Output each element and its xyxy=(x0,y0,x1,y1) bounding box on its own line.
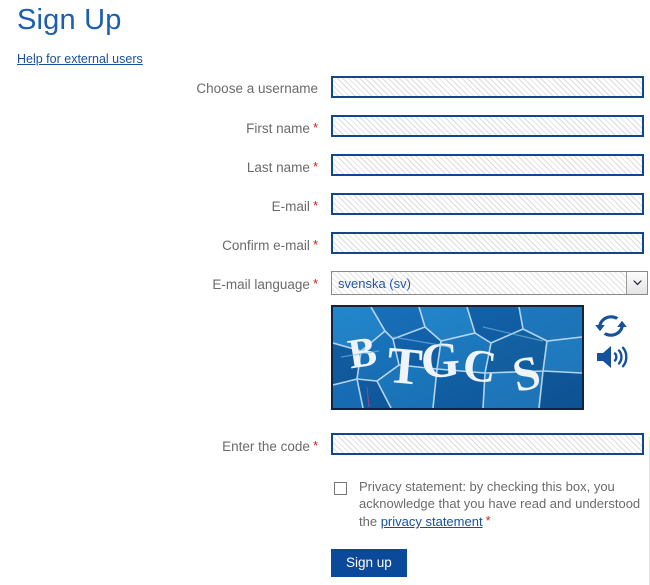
label-last-name: Last name * xyxy=(18,159,318,175)
form-row-last-name: Last name * xyxy=(0,154,650,193)
signup-button[interactable]: Sign up xyxy=(331,549,407,577)
label-confirm-email-text: Confirm e-mail xyxy=(222,238,310,253)
label-email: E-mail * xyxy=(18,198,318,214)
required-asterisk: * xyxy=(312,276,318,291)
email-language-selected-value: svenska (sv) xyxy=(338,275,411,291)
svg-text:G: G xyxy=(419,331,462,390)
last-name-input[interactable] xyxy=(331,154,644,176)
refresh-icon xyxy=(595,315,627,337)
label-email-language: E-mail language * xyxy=(18,276,318,292)
privacy-statement-checkbox[interactable] xyxy=(334,482,347,495)
label-email-language-text: E-mail language xyxy=(212,277,310,292)
form-row-username: Choose a username xyxy=(0,76,650,115)
enter-code-input[interactable] xyxy=(331,433,644,455)
label-username-text: Choose a username xyxy=(196,81,318,96)
speaker-icon xyxy=(597,346,628,368)
label-first-name: First name * xyxy=(18,120,318,136)
page-title: Sign Up xyxy=(17,4,122,36)
label-enter-code: Enter the code * xyxy=(18,438,318,454)
form-row-enter-code: Enter the code * xyxy=(0,433,650,472)
play-captcha-audio-button[interactable] xyxy=(595,343,629,376)
svg-text:T: T xyxy=(385,337,425,397)
email-language-select[interactable]: svenska (sv) xyxy=(331,271,648,295)
label-confirm-email: Confirm e-mail * xyxy=(18,237,318,253)
username-input[interactable] xyxy=(331,76,644,98)
required-asterisk: * xyxy=(312,159,318,174)
captcha-block: B T G C S xyxy=(0,303,650,415)
svg-text:C: C xyxy=(460,338,499,393)
label-username: Choose a username xyxy=(18,81,318,96)
privacy-statement-text: Privacy statement: by checking this box,… xyxy=(359,478,647,530)
privacy-statement-link[interactable]: privacy statement xyxy=(381,514,483,529)
required-asterisk: * xyxy=(485,513,491,528)
required-asterisk: * xyxy=(312,237,318,252)
required-asterisk: * xyxy=(312,198,318,213)
required-asterisk: * xyxy=(312,438,318,453)
required-asterisk: * xyxy=(312,120,318,135)
email-input[interactable] xyxy=(331,193,644,215)
label-enter-code-text: Enter the code xyxy=(222,439,310,454)
captcha-image: B T G C S xyxy=(331,305,584,410)
label-last-name-text: Last name xyxy=(246,160,310,175)
chevron-down-icon[interactable] xyxy=(626,272,647,294)
help-for-external-users-link[interactable]: Help for external users xyxy=(17,52,143,66)
refresh-captcha-button[interactable] xyxy=(595,311,627,346)
label-first-name-text: First name xyxy=(246,121,310,136)
confirm-email-input[interactable] xyxy=(331,232,644,254)
form-row-first-name: First name * xyxy=(0,115,650,154)
first-name-input[interactable] xyxy=(331,115,644,137)
label-email-text: E-mail xyxy=(271,199,310,214)
form-row-confirm-email: Confirm e-mail * xyxy=(0,232,650,271)
signup-form: Choose a username First name * Last name *… xyxy=(0,76,650,310)
form-row-email: E-mail * xyxy=(0,193,650,232)
